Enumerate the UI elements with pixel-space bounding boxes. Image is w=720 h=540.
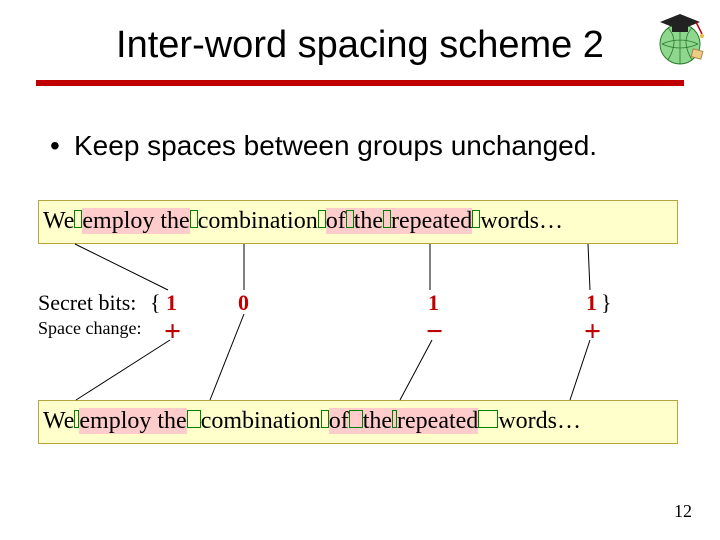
w: the: [354, 208, 383, 234]
globe-grad-cap-icon: [650, 10, 710, 70]
w: repeated: [397, 408, 478, 434]
bit-0: 1: [166, 290, 177, 316]
space-marker: [187, 410, 201, 428]
pink-group: employ the: [79, 408, 186, 434]
space-marker: [318, 210, 326, 228]
space-marker: [478, 410, 498, 428]
brace-close: }: [601, 290, 612, 316]
w: the: [160, 208, 189, 234]
bit-2: 1: [428, 290, 439, 316]
space-marker: [349, 410, 363, 428]
secret-bits-label: Secret bits:: [38, 290, 136, 316]
w: the: [157, 408, 186, 434]
w: repeated: [391, 208, 472, 234]
w: employ: [82, 208, 154, 234]
example-line-1: Weemploy thecombinationoftherepeatedword…: [38, 200, 678, 244]
w: employ: [79, 408, 151, 434]
sign-0: +: [164, 322, 181, 342]
w: We: [43, 408, 74, 434]
example-line-2: Weemploy thecombinationoftherepeatedword…: [38, 400, 678, 444]
bit-1: 0: [238, 290, 249, 316]
space-change-label: Space change:: [38, 318, 141, 339]
w: combination: [201, 408, 321, 434]
pink-group: employ the: [82, 208, 189, 234]
page-number: 12: [674, 501, 692, 522]
pink-group: oftherepeated: [329, 408, 479, 434]
space-marker: [346, 210, 354, 228]
space-marker: [190, 210, 198, 228]
bit-3: 1: [586, 290, 597, 316]
w: We: [43, 208, 74, 234]
bullet-text: Keep spaces between groups unchanged.: [74, 130, 597, 161]
bullet-dot: •: [50, 130, 74, 162]
sign-2: −: [426, 322, 443, 342]
w: of: [329, 408, 349, 434]
space-marker: [321, 410, 329, 428]
label-text: Space change:: [38, 318, 141, 338]
slide: Inter-word spacing scheme 2 •Keep spaces…: [0, 0, 720, 540]
w: words…: [480, 208, 563, 234]
w: the: [363, 408, 392, 434]
slide-title: Inter-word spacing scheme 2: [0, 24, 720, 67]
brace-open: {: [150, 290, 161, 316]
title-underline: [36, 80, 684, 86]
space-marker: [383, 210, 391, 228]
pink-group: ofthe repeated: [326, 208, 473, 234]
sign-3: +: [584, 322, 601, 342]
label-text: Secret bits:: [38, 290, 136, 315]
bullet-line: •Keep spaces between groups unchanged.: [50, 130, 670, 162]
w: of: [326, 208, 346, 234]
w: words…: [498, 408, 581, 434]
w: combination: [198, 208, 318, 234]
